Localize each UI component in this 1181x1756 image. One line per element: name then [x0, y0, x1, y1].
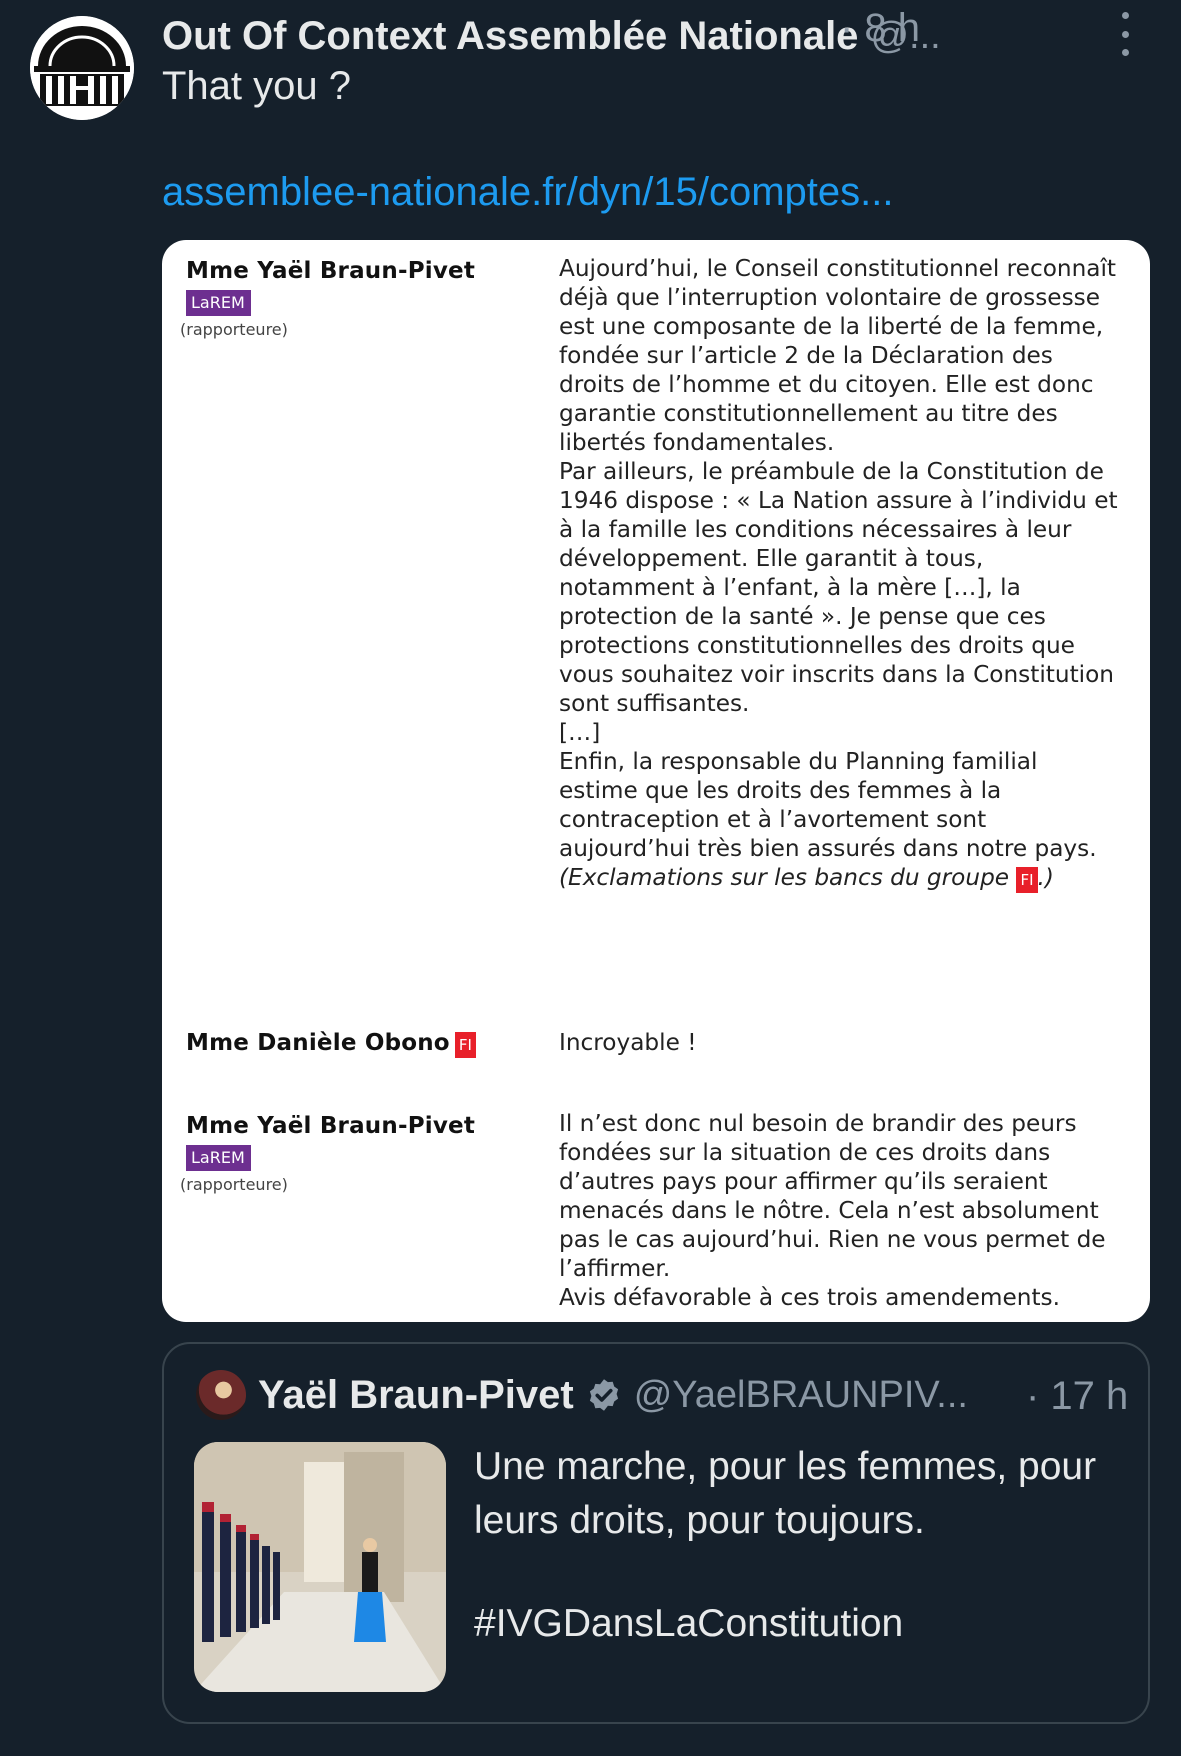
- speaker-name: Mme Yaël Braun-Pivet: [186, 258, 476, 284]
- quoted-tweet[interactable]: Yaël Braun-Pivet @YaelBRAUNPIV... · 17 h: [162, 1342, 1150, 1724]
- quoted-tweet-timestamp[interactable]: · 17 h: [1026, 1374, 1128, 1419]
- verified-badge-icon: [589, 1379, 618, 1411]
- speech-paragraph: Enfin, la responsable du Planning famili…: [559, 748, 1097, 862]
- tweet-text: That you ?: [162, 64, 352, 108]
- quoted-author-avatar[interactable]: [196, 1370, 246, 1420]
- speaker-role: (rapporteure): [180, 320, 288, 339]
- speaker-role: (rapporteure): [180, 1175, 288, 1194]
- speaker-name: Mme Danièle Obono: [186, 1030, 450, 1056]
- speech-paragraph: Par ailleurs, le préambule de la Constit…: [559, 458, 1118, 717]
- party-badge: LaREM: [186, 1145, 251, 1171]
- speaker-name: Mme Yaël Braun-Pivet: [186, 1113, 476, 1139]
- quoted-tweet-image[interactable]: [194, 1442, 446, 1692]
- speaker-block: Mme Yaël Braun-Pivet LaREM (rapporteure): [180, 258, 476, 339]
- stage-direction: (Exclamations sur les bancs du groupe: [559, 864, 1010, 891]
- speech-text: Aujourd’hui, le Conseil constitutionnel …: [559, 254, 1119, 893]
- speech-paragraph: Aujourd’hui, le Conseil constitutionnel …: [559, 255, 1117, 456]
- party-badge: FI: [454, 1032, 476, 1058]
- quoted-tweet-hashtag[interactable]: #IVGDansLaConstitution: [474, 1602, 903, 1646]
- speaker-block: Mme Yaël Braun-Pivet LaREM (rapporteure): [180, 1113, 476, 1194]
- speech-paragraph: […]: [559, 719, 601, 746]
- speech-paragraph: Incroyable !: [559, 1029, 697, 1056]
- more-options-icon[interactable]: [1112, 12, 1138, 56]
- party-badge: LaREM: [186, 290, 251, 316]
- speech-paragraph: Il n’est donc nul besoin de brandir des …: [559, 1110, 1106, 1282]
- author-avatar[interactable]: [30, 16, 134, 120]
- speech-paragraph: Avis défavorable à ces trois amendements…: [559, 1284, 1060, 1311]
- quoted-tweet-text: Une marche, pour les femmes, pour leurs …: [474, 1445, 1097, 1542]
- author-name[interactable]: Out Of Context Assemblée Nationale: [162, 14, 858, 59]
- speaker-block: Mme Danièle Obono FI: [186, 1030, 476, 1058]
- assemblee-logo-icon: [30, 16, 134, 120]
- tweet-header: Out Of Context Assemblée Nationale @...: [162, 8, 1162, 64]
- tweet-link[interactable]: assemblee-nationale.fr/dyn/15/comptes...: [162, 170, 894, 215]
- speech-text: Incroyable !: [559, 1028, 1119, 1057]
- speech-text: Il n’est donc nul besoin de brandir des …: [559, 1109, 1119, 1312]
- party-badge: FI: [1016, 867, 1038, 893]
- tweet-timestamp[interactable]: · 8 h: [840, 6, 920, 51]
- stage-direction-end: .): [1037, 864, 1054, 891]
- tweet-media-image[interactable]: Mme Yaël Braun-Pivet LaREM (rapporteure)…: [162, 240, 1150, 1322]
- quoted-author-name[interactable]: Yaël Braun-Pivet: [258, 1373, 574, 1418]
- quoted-author-handle[interactable]: @YaelBRAUNPIV...: [634, 1374, 968, 1417]
- quoted-tweet-header: Yaël Braun-Pivet @YaelBRAUNPIV...: [258, 1370, 968, 1420]
